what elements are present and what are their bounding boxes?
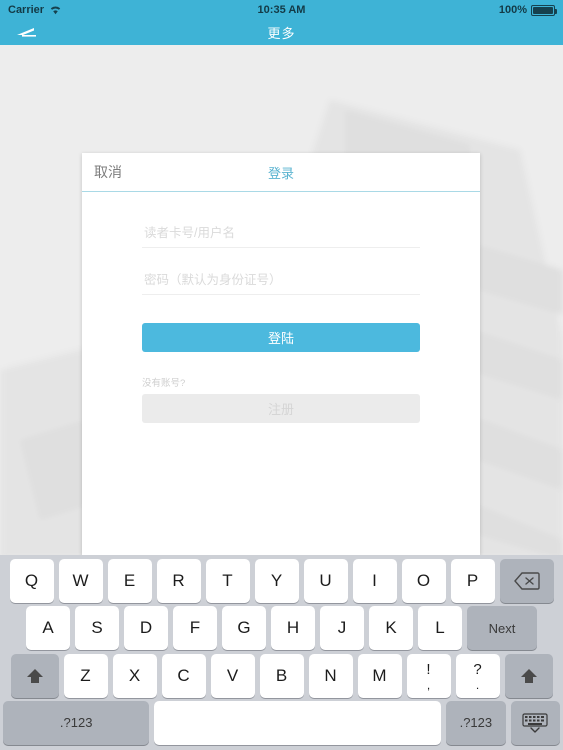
key-c[interactable]: C [161, 653, 206, 698]
key-s[interactable]: S [75, 606, 119, 651]
key-q[interactable]: Q [9, 559, 54, 603]
password-input[interactable] [142, 265, 420, 295]
key-w[interactable]: W [58, 559, 103, 603]
battery-full-icon [531, 4, 557, 16]
no-account-label: 没有账号? [142, 378, 186, 389]
battery-percent-label: 100% [498, 4, 527, 16]
space-key[interactable] [154, 700, 442, 745]
status-bar-right: 100% [498, 4, 557, 16]
key-i[interactable]: I [352, 559, 397, 603]
key-e[interactable]: E [107, 559, 152, 603]
numeric-key-right[interactable]: .?123 [446, 700, 506, 745]
login-button[interactable]: 登陆 [142, 323, 420, 352]
key-r[interactable]: R [156, 559, 201, 603]
keyboard-row-1: Q W E R T Y U I O P [3, 559, 560, 603]
key-y[interactable]: Y [254, 559, 299, 603]
status-bar: Carrier 10:35 AM 100% [0, 0, 563, 20]
modal-title: 登录 [267, 165, 294, 181]
hide-keyboard-icon[interactable] [510, 700, 560, 745]
key-u[interactable]: U [303, 559, 348, 603]
shift-up-arrow-icon-right[interactable] [504, 653, 553, 698]
key-period-label: . [475, 678, 480, 693]
app-root: Carrier 10:35 AM 100% 更多 取消 登录 读者卡号/用户名 … [0, 0, 563, 750]
register-button[interactable]: 注册 [142, 394, 420, 423]
back-arrow-icon[interactable] [14, 23, 44, 43]
key-t[interactable]: T [205, 559, 250, 603]
keyboard-row-3: Z X C V B N M ! , ? . [3, 653, 560, 698]
cancel-button[interactable]: 取消 [94, 162, 122, 182]
username-input[interactable] [142, 218, 420, 248]
key-f[interactable]: F [173, 606, 217, 651]
page-title: 更多 [267, 26, 296, 41]
key-comma-label: , [426, 678, 431, 693]
login-modal: 取消 登录 登陆 没有账号? 注册 [82, 153, 480, 555]
key-o[interactable]: O [401, 559, 446, 603]
delete-backspace-icon[interactable] [499, 559, 554, 603]
key-k[interactable]: K [369, 606, 413, 651]
key-p[interactable]: P [450, 559, 495, 603]
next-key[interactable]: Next [467, 606, 537, 651]
keyboard-row-4: .?123 .?123 [3, 700, 560, 745]
key-m[interactable]: M [357, 653, 402, 698]
shift-up-arrow-icon-left[interactable] [10, 653, 59, 698]
key-exclamation-label: ! [426, 661, 431, 679]
key-g[interactable]: G [222, 606, 266, 651]
key-n[interactable]: N [308, 653, 353, 698]
login-form: 登陆 没有账号? 注册 [82, 192, 480, 423]
clock-label: 10:35 AM [257, 4, 306, 16]
onscreen-keyboard: Q W E R T Y U I O P A S D F G H J K L Ne… [0, 555, 563, 750]
keyboard-row-2: A S D F G H J K L Next [3, 606, 560, 651]
modal-header: 取消 登录 [82, 153, 480, 192]
key-z[interactable]: Z [63, 653, 108, 698]
key-j[interactable]: J [320, 606, 364, 651]
key-h[interactable]: H [271, 606, 315, 651]
key-a[interactable]: A [26, 606, 70, 651]
numeric-key-left[interactable]: .?123 [3, 700, 150, 745]
key-question-period[interactable]: ? . [455, 653, 500, 698]
key-v[interactable]: V [210, 653, 255, 698]
key-exclamation-comma[interactable]: ! , [406, 653, 451, 698]
key-l[interactable]: L [418, 606, 462, 651]
key-b[interactable]: B [259, 653, 304, 698]
nav-bar: 更多 [0, 20, 563, 45]
key-question-label: ? [473, 661, 482, 679]
key-d[interactable]: D [124, 606, 168, 651]
key-x[interactable]: X [112, 653, 157, 698]
